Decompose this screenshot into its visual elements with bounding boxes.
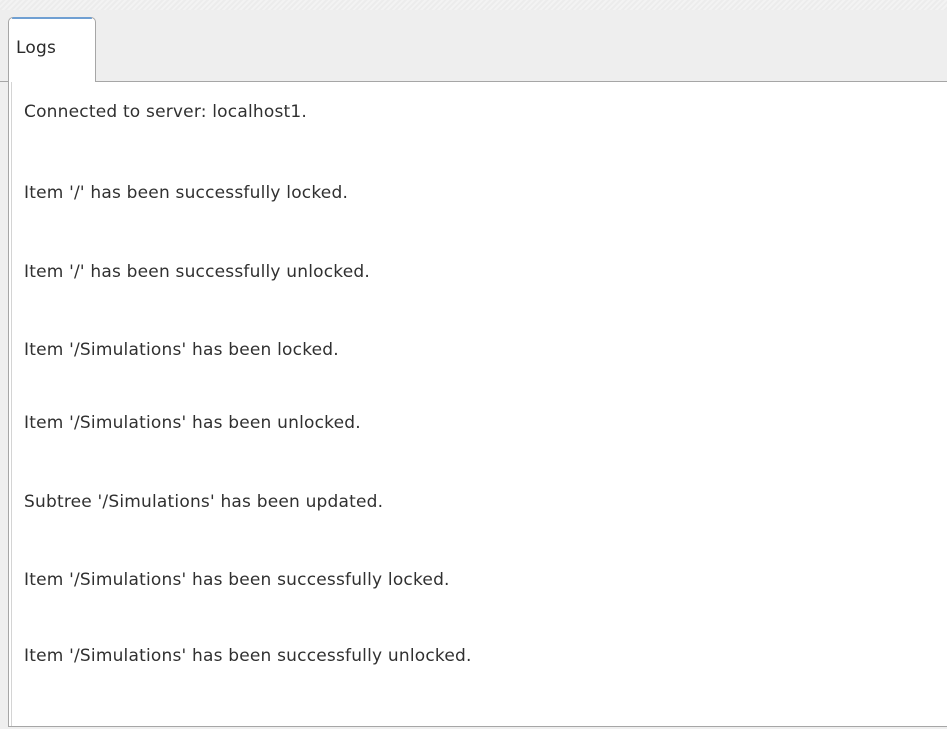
tab-logs[interactable]: Logs bbox=[8, 17, 96, 81]
log-entry: Item '/' has been successfully unlocked. bbox=[24, 262, 370, 282]
tab-logs-label: Logs bbox=[16, 38, 57, 58]
log-panel[interactable]: Connected to server: localhost1. Item '/… bbox=[8, 82, 947, 727]
log-entry: Item '/Simulations' has been unlocked. bbox=[24, 413, 361, 433]
tab-bar: Logs bbox=[0, 10, 947, 82]
log-entry: Item '/Simulations' has been successfull… bbox=[24, 646, 472, 666]
log-entry: Connected to server: localhost1. bbox=[24, 102, 307, 122]
log-entry: Item '/' has been successfully locked. bbox=[24, 183, 349, 203]
logs-view: Logs Connected to server: localhost1. It… bbox=[0, 0, 947, 729]
log-entry: Item '/Simulations' has been successfull… bbox=[24, 570, 450, 590]
top-edge-strip bbox=[0, 0, 947, 10]
log-entry: Item '/Simulations' has been locked. bbox=[24, 340, 339, 360]
log-entry: Subtree '/Simulations' has been updated. bbox=[24, 492, 384, 512]
